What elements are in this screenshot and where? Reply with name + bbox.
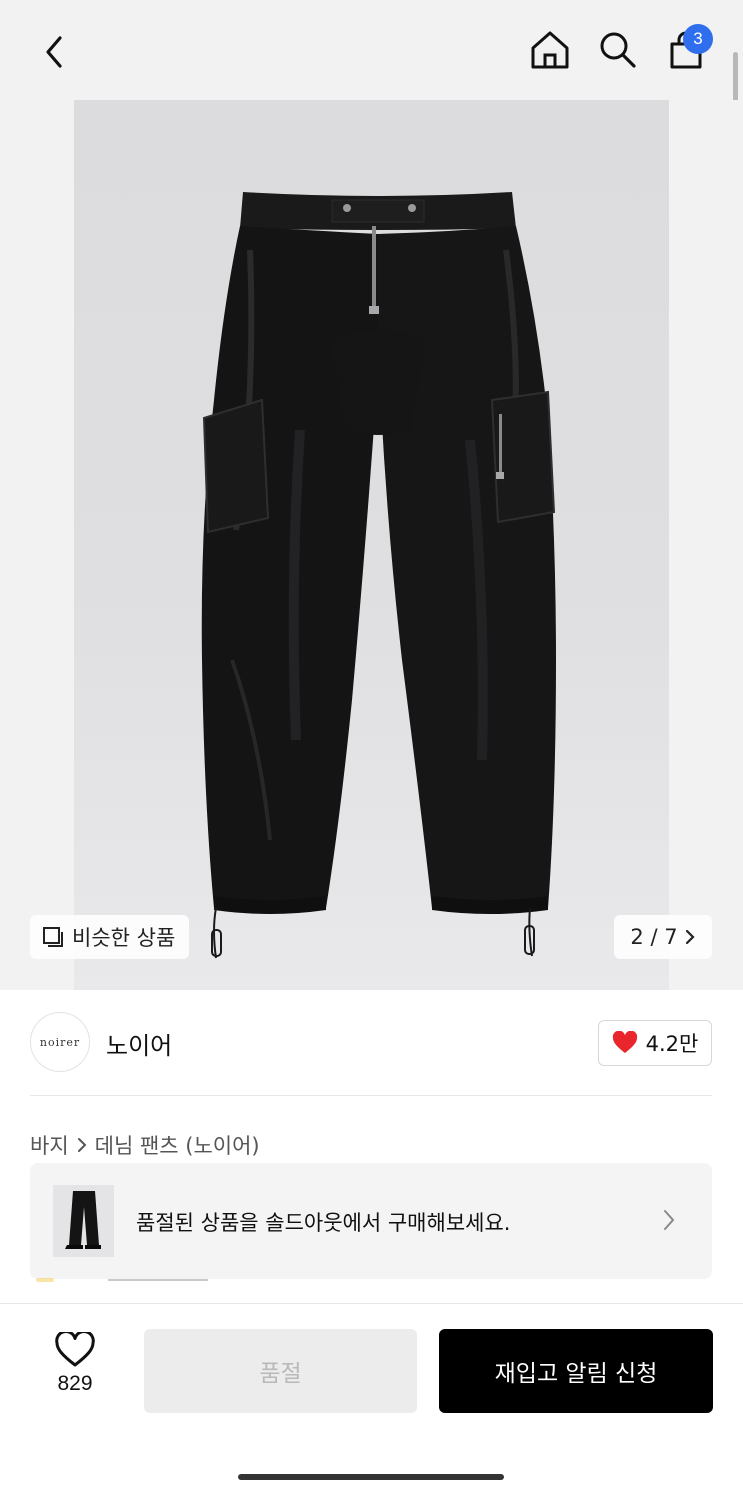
content-peek-divider bbox=[108, 1279, 208, 1281]
bottom-action-bar: 829 품절 재입고 알림 신청 bbox=[0, 1303, 743, 1500]
similar-products-button[interactable]: 비슷한 상품 bbox=[30, 915, 190, 959]
product-image-carousel[interactable]: 비슷한 상품 2 / 7 bbox=[0, 100, 743, 990]
chevron-right-icon bbox=[77, 1138, 87, 1152]
top-app-bar: 3 bbox=[0, 0, 743, 100]
banner-text: 품절된 상품을 솔드아웃에서 구매해보세요. bbox=[136, 1211, 511, 1235]
chevron-left-icon bbox=[46, 36, 62, 68]
wishlist-count: 829 bbox=[57, 1372, 93, 1395]
chevron-right-icon bbox=[664, 1210, 675, 1230]
breadcrumb-category[interactable]: 바지 bbox=[30, 1130, 69, 1160]
chevron-right-icon bbox=[685, 929, 695, 945]
banner-product-thumbnail bbox=[53, 1185, 114, 1257]
wishlist-button[interactable]: 829 bbox=[40, 1332, 110, 1402]
back-button[interactable] bbox=[30, 28, 78, 76]
soldout-marketplace-banner[interactable]: 품절된 상품을 솔드아웃에서 구매해보세요. bbox=[30, 1163, 712, 1279]
section-divider bbox=[30, 1095, 712, 1096]
brand-like-button[interactable]: 4.2만 bbox=[598, 1020, 712, 1066]
home-icon bbox=[531, 31, 569, 69]
heart-outline-icon bbox=[55, 1332, 95, 1367]
restock-alert-button[interactable]: 재입고 알림 신청 bbox=[439, 1329, 713, 1413]
rating-star-peek bbox=[36, 1278, 54, 1282]
brand-like-count: 4.2만 bbox=[645, 1032, 699, 1056]
cart-count-badge: 3 bbox=[683, 24, 713, 54]
breadcrumb-subcategory[interactable]: 데님 팬츠 (노이어) bbox=[95, 1130, 260, 1160]
home-button[interactable] bbox=[526, 26, 574, 74]
breadcrumb: 바지 데님 팬츠 (노이어) bbox=[30, 1130, 260, 1160]
search-button[interactable] bbox=[594, 26, 642, 74]
heart-filled-icon bbox=[612, 1031, 637, 1053]
cargo-pants-image bbox=[201, 192, 556, 959]
brand-logo[interactable]: noirer bbox=[30, 1012, 90, 1072]
soldout-button: 품절 bbox=[144, 1329, 417, 1413]
search-icon bbox=[600, 32, 636, 68]
similar-items-icon bbox=[43, 927, 63, 947]
brand-logo-text: noirer bbox=[39, 1035, 81, 1049]
similar-products-label: 비슷한 상품 bbox=[72, 926, 176, 950]
brand-name[interactable]: 노이어 bbox=[106, 1026, 172, 1061]
brand-row: noirer 노이어 4.2만 bbox=[0, 990, 743, 1095]
home-indicator[interactable] bbox=[238, 1474, 504, 1480]
image-page-count: 2 / 7 bbox=[630, 925, 678, 949]
image-page-indicator[interactable]: 2 / 7 bbox=[614, 915, 712, 959]
